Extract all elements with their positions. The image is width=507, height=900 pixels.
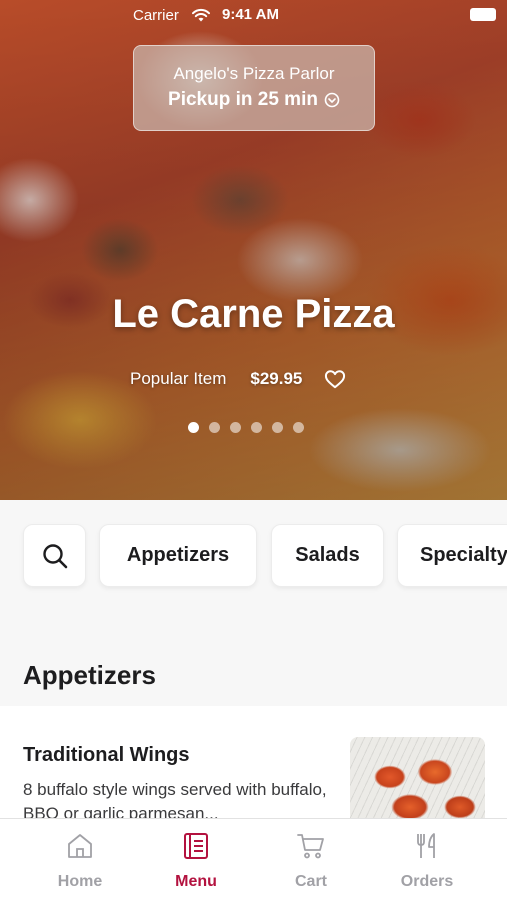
- category-chip-appetizers[interactable]: Appetizers: [99, 524, 257, 587]
- menu-item-card[interactable]: Traditional Wings 8 buffalo style wings …: [0, 706, 507, 827]
- heart-icon[interactable]: [324, 369, 346, 389]
- tab-bar: Home Menu Cart Orders: [0, 818, 507, 900]
- tab-orders[interactable]: Orders: [377, 831, 477, 891]
- tab-home[interactable]: Home: [30, 831, 130, 891]
- wifi-icon: [192, 8, 210, 22]
- featured-item-price: $29.95: [250, 369, 303, 388]
- menu-item-name: Traditional Wings: [23, 744, 190, 766]
- featured-item-meta: Popular Item $29.95: [130, 368, 346, 390]
- restaurant-name: Angelo's Pizza Parlor: [173, 64, 335, 83]
- home-icon: [68, 834, 92, 858]
- pickup-selector[interactable]: Angelo's Pizza Parlor Pickup in 25 min: [133, 45, 375, 131]
- status-time: 9:41 AM: [222, 6, 279, 23]
- carousel-dot[interactable]: [293, 422, 304, 433]
- tab-label: Menu: [175, 873, 217, 890]
- carousel-dot[interactable]: [272, 422, 283, 433]
- category-chip-salads[interactable]: Salads: [271, 524, 384, 587]
- tab-label: Cart: [294, 873, 327, 890]
- tab-menu[interactable]: Menu: [146, 831, 246, 891]
- section-heading: Appetizers: [23, 660, 156, 690]
- search-icon: [42, 543, 67, 568]
- status-bar: Carrier 9:41 AM: [0, 0, 507, 32]
- category-bar: Appetizers Salads Specialty: [0, 500, 507, 620]
- cart-icon: [297, 834, 324, 859]
- carousel-dot[interactable]: [251, 422, 262, 433]
- menu-icon: [184, 833, 208, 859]
- carousel-indicator[interactable]: [188, 422, 304, 434]
- tab-cart[interactable]: Cart: [261, 831, 361, 891]
- fork-knife-icon: [417, 833, 435, 858]
- pickup-eta: Pickup in 25 min: [168, 89, 318, 110]
- tab-label: Orders: [400, 873, 454, 890]
- battery-icon: [470, 8, 496, 21]
- category-chip-specialty[interactable]: Specialty: [397, 524, 507, 587]
- carousel-dot[interactable]: [209, 422, 220, 433]
- carousel-dot[interactable]: [188, 422, 199, 433]
- popular-item-tag: Popular Item: [130, 369, 227, 388]
- search-button[interactable]: [23, 524, 86, 587]
- menu-item-image: [350, 737, 485, 827]
- chevron-down-icon: [324, 92, 340, 108]
- tab-label: Home: [57, 873, 103, 890]
- featured-item-title: Le Carne Pizza: [112, 292, 395, 336]
- carrier-label: Carrier: [133, 7, 179, 24]
- carousel-dot[interactable]: [230, 422, 241, 433]
